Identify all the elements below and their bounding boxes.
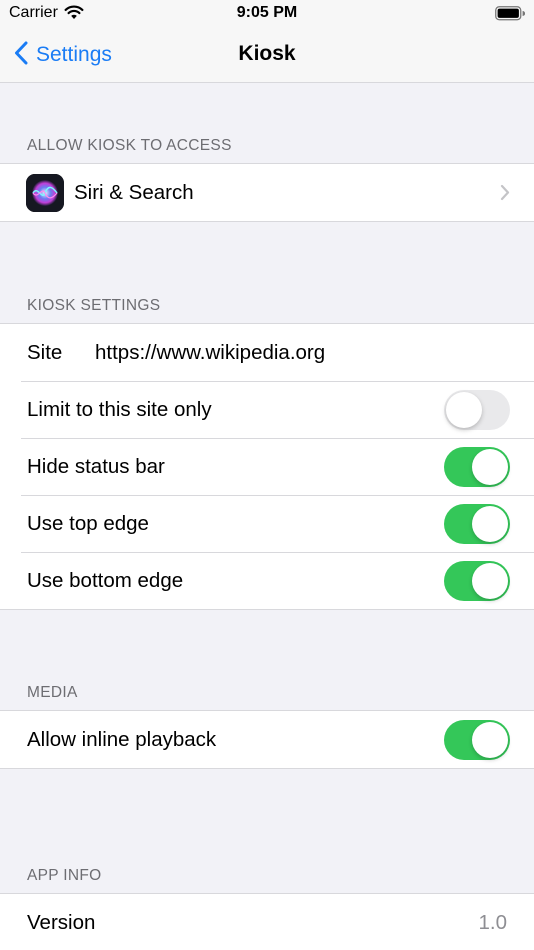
use-top-edge-label: Use top edge (27, 511, 149, 535)
status-bar: Carrier 9:05 PM (0, 0, 534, 28)
section-header-media: MEDIA (27, 684, 78, 701)
toggle-knob (472, 449, 508, 485)
limit-site-label: Limit to this site only (27, 397, 212, 421)
version-value: 1.0 (478, 910, 508, 934)
siri-icon (26, 174, 64, 212)
section-header-access: ALLOW KIOSK TO ACCESS (27, 137, 232, 154)
site-value-field[interactable]: https://www.wikipedia.org (95, 341, 325, 365)
section-header-app-info: APP INFO (27, 867, 102, 884)
inline-playback-toggle[interactable] (444, 720, 510, 760)
toggle-knob (472, 563, 508, 599)
site-label: Site (27, 340, 63, 364)
section-header-settings: KIOSK SETTINGS (27, 297, 161, 314)
access-group: Siri & Search (0, 163, 534, 222)
use-top-edge-row: Use top edge (0, 495, 534, 552)
toggle-knob (472, 722, 508, 758)
inline-playback-row: Allow inline playback (0, 711, 534, 768)
clock: 9:05 PM (236, 4, 298, 21)
limit-site-toggle[interactable] (444, 390, 510, 430)
site-row[interactable]: Site https://www.wikipedia.org (0, 324, 534, 381)
media-group: Allow inline playback (0, 710, 534, 769)
app-info-group: Version 1.0 (0, 893, 534, 950)
version-label: Version (27, 910, 96, 934)
chevron-right-icon (500, 184, 510, 206)
use-bottom-edge-row: Use bottom edge (0, 552, 534, 609)
hide-status-bar-row: Hide status bar (0, 438, 534, 495)
navigation-bar: Settings Kiosk (0, 28, 534, 83)
battery-icon (495, 6, 526, 26)
version-row: Version 1.0 (0, 894, 534, 950)
siri-search-row[interactable]: Siri & Search (0, 164, 534, 221)
inline-playback-label: Allow inline playback (27, 727, 217, 751)
use-bottom-edge-label: Use bottom edge (27, 568, 184, 592)
use-bottom-edge-toggle[interactable] (444, 561, 510, 601)
siri-search-label: Siri & Search (74, 180, 194, 204)
hide-status-bar-label: Hide status bar (27, 454, 165, 478)
settings-group: Site https://www.wikipedia.org Limit to … (0, 323, 534, 610)
toggle-knob (472, 506, 508, 542)
limit-site-row: Limit to this site only (0, 381, 534, 438)
use-top-edge-toggle[interactable] (444, 504, 510, 544)
page-title: Kiosk (238, 42, 296, 65)
hide-status-bar-toggle[interactable] (444, 447, 510, 487)
toggle-knob (446, 392, 482, 428)
